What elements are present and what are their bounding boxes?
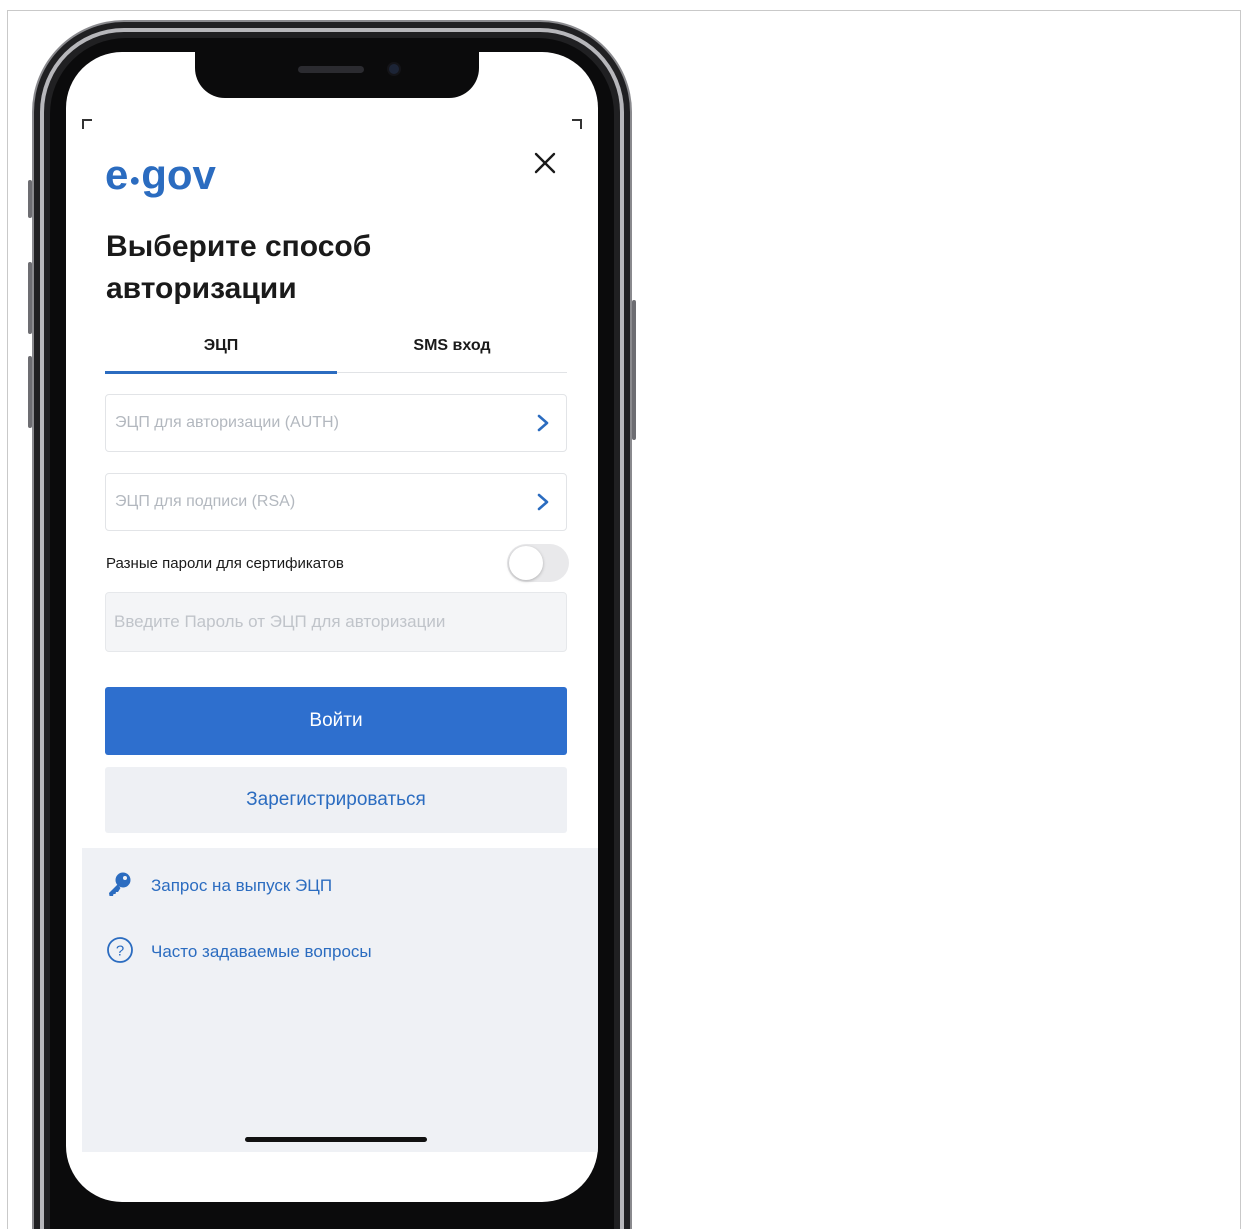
logo-text-left: e: [105, 151, 129, 198]
egov-logo: e●gov: [105, 154, 216, 196]
phone-screen: e●gov Выберите способ авторизации ЭЦП SM…: [66, 52, 598, 1202]
tab-ecp[interactable]: ЭЦП: [105, 328, 337, 376]
tab-sms[interactable]: SMS вход: [337, 328, 567, 376]
auth-certificate-select[interactable]: ЭЦП для авторизации (AUTH): [105, 394, 567, 452]
login-button[interactable]: Войти: [105, 687, 567, 755]
logo-dot-icon: ●: [129, 170, 141, 190]
different-passwords-toggle[interactable]: [507, 544, 569, 582]
home-indicator: [245, 1137, 427, 1142]
different-passwords-label: Разные пароли для сертификатов: [106, 555, 344, 572]
password-input[interactable]: [105, 592, 567, 652]
chevron-right-icon: [537, 414, 549, 432]
corner-mark-left: [82, 119, 92, 129]
front-camera: [389, 64, 399, 74]
close-icon[interactable]: [530, 148, 560, 178]
power-button: [632, 300, 636, 440]
phone-notch: [195, 52, 479, 98]
logo-text-right: gov: [141, 151, 216, 198]
key-icon: [109, 872, 131, 896]
speaker-grille: [298, 66, 364, 73]
rsa-certificate-placeholder: ЭЦП для подписи (RSA): [115, 493, 296, 510]
active-tab-indicator: [105, 371, 337, 374]
auth-method-tabs: ЭЦП SMS вход: [105, 328, 567, 376]
question-circle-icon: ?: [107, 937, 133, 963]
rsa-certificate-select[interactable]: ЭЦП для подписи (RSA): [105, 473, 567, 531]
page-title: Выберите способ авторизации: [106, 230, 372, 305]
chevron-right-icon: [537, 493, 549, 511]
toggle-knob: [509, 546, 543, 580]
faq-label: Часто задаваемые вопросы: [151, 942, 372, 961]
register-button[interactable]: Зарегистрироваться: [105, 767, 567, 833]
svg-text:?: ?: [116, 943, 124, 960]
request-ecp-label: Запрос на выпуск ЭЦП: [151, 876, 333, 895]
auth-certificate-placeholder: ЭЦП для авторизации (AUTH): [115, 414, 339, 431]
corner-mark-right: [572, 119, 582, 129]
